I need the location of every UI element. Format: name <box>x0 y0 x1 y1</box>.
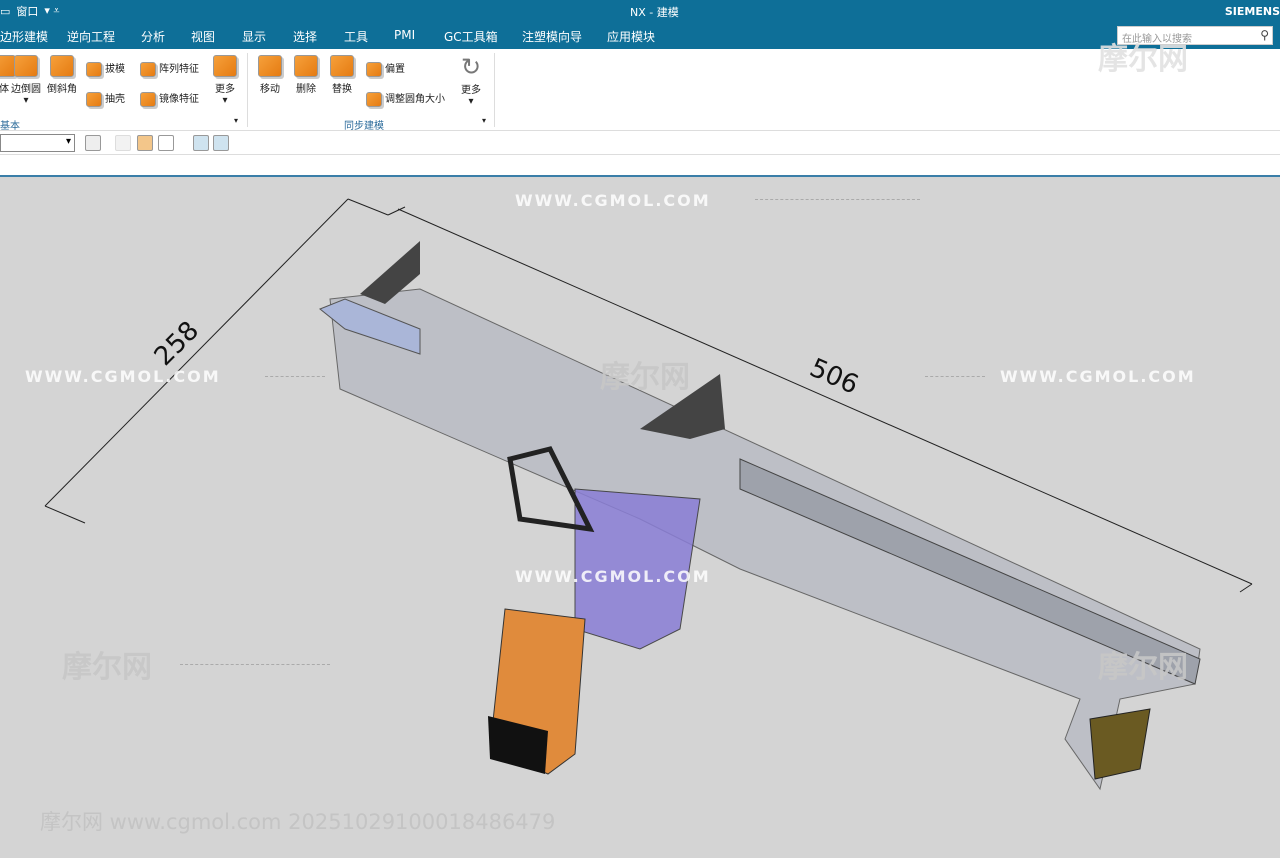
watermark-url: WWW.CGMOL.COM <box>25 367 221 386</box>
move-button[interactable]: 移动 <box>258 55 282 95</box>
tab-10[interactable]: 应用模块 <box>607 28 655 45</box>
more-icon <box>213 55 237 77</box>
tab-8[interactable]: GC工具箱 <box>444 28 498 45</box>
edge-blend-icon <box>14 55 38 77</box>
resize-blend-button[interactable]: 调整圆角大小 <box>366 90 445 107</box>
more-basic-button[interactable]: 更多 ▾ <box>213 55 237 106</box>
label: 移动 <box>260 84 280 95</box>
group-expand-icon[interactable]: ▾ <box>234 116 238 125</box>
tab-4[interactable]: 显示 <box>242 28 266 45</box>
gun-body <box>329 288 1201 791</box>
watermark-logo: 摩尔网 <box>600 360 690 395</box>
filter-icon[interactable] <box>85 135 101 151</box>
watermark-logo: 摩尔网 <box>62 650 152 685</box>
pattern-feature-button[interactable]: 阵列特征 <box>140 60 199 77</box>
tab-2[interactable]: 分析 <box>141 28 165 45</box>
brand-logo: SIEMENS <box>1224 5 1280 18</box>
label: 体 <box>0 84 9 95</box>
draft-icon <box>86 61 102 77</box>
dimension-label-506: 506 <box>805 353 863 401</box>
graphics-viewport[interactable]: 258 506 <box>0 179 1280 858</box>
divider <box>180 664 330 665</box>
watermark-url: WWW.CGMOL.COM <box>515 567 711 586</box>
chamfer-icon <box>50 55 74 77</box>
divider <box>925 376 985 377</box>
selection-toolbar <box>0 131 1280 155</box>
replace-icon <box>330 55 354 77</box>
tab-9[interactable]: 注塑模向导 <box>522 28 582 45</box>
label: 删除 <box>296 84 316 95</box>
edge-blend-button[interactable]: 边倒圆 ▾ <box>11 55 41 106</box>
wireframe-view-icon[interactable] <box>213 135 229 151</box>
label: 更多 <box>215 84 235 95</box>
label: 调整圆角大小 <box>385 94 445 105</box>
label: 替换 <box>332 84 352 95</box>
label: 阵列特征 <box>159 64 199 75</box>
move-icon <box>258 55 282 77</box>
group-label-basic: 基本 <box>0 121 20 132</box>
window-title: NX - 建模 <box>630 6 679 19</box>
filter-dropdown[interactable] <box>0 134 75 152</box>
snap-icon[interactable] <box>115 135 131 151</box>
divider <box>247 53 248 127</box>
menu-tabs: 边形建模 逆向工程 分析 视图 显示 选择 工具 PMI GC工具箱 注塑模向导… <box>0 22 1280 49</box>
tab-3[interactable]: 视图 <box>191 28 215 45</box>
model-drawing: 258 506 <box>44 198 1253 791</box>
window-icon[interactable]: ▭ <box>0 5 10 18</box>
ribbon: 体 边倒圆 ▾ 倒斜角 拔模 抽壳 阵列特征 镜像特征 更多 ▾ 基本 ▾ 移动 删… <box>0 49 1280 132</box>
divider <box>494 53 495 127</box>
watermark-logo: 摩尔网 <box>1098 650 1188 685</box>
delete-button[interactable]: 删除 <box>294 55 318 95</box>
draft-button[interactable]: 拔模 <box>86 60 125 77</box>
delete-icon <box>294 55 318 77</box>
refresh-icon: ↻ <box>461 53 482 81</box>
tab-7[interactable]: PMI <box>394 28 415 42</box>
mirror-feature-button[interactable]: 镜像特征 <box>140 90 199 107</box>
tab-6[interactable]: 工具 <box>344 28 368 45</box>
watermark-url: WWW.CGMOL.COM <box>515 191 711 210</box>
label: 倒斜角 <box>47 84 77 95</box>
toolbar-strip <box>0 155 1280 177</box>
offset-icon <box>366 61 382 77</box>
select-body-icon[interactable] <box>137 135 153 151</box>
window-menu[interactable]: 窗口 <box>16 3 38 19</box>
search-icon[interactable]: ⚲ <box>1260 28 1269 42</box>
divider <box>265 376 325 377</box>
watermark-logo: 摩尔网 <box>1098 42 1188 77</box>
group-label-sync: 同步建模 <box>344 121 384 132</box>
group-expand-icon[interactable]: ▾ <box>482 116 486 125</box>
label: 拔模 <box>105 64 125 75</box>
dimension-line-height <box>44 198 349 507</box>
dimension-label-258: 258 <box>149 316 205 372</box>
pattern-icon <box>140 61 156 77</box>
shell-icon <box>86 91 102 107</box>
watermark-url: WWW.CGMOL.COM <box>1000 367 1196 386</box>
point-icon[interactable] <box>158 135 174 151</box>
shell-button[interactable]: 抽壳 <box>86 90 125 107</box>
label: 抽壳 <box>105 94 125 105</box>
footer-watermark: 摩尔网 www.cgmol.com 20251029100018486479 <box>40 810 556 834</box>
more-sync-button[interactable]: ↻ 更多 ▾ <box>461 53 481 107</box>
offset-button[interactable]: 偏置 <box>366 60 405 77</box>
title-bar: ▭ 窗口 ▾ ⩡ NX - 建模 SIEMENS <box>0 0 1280 22</box>
mirror-icon <box>140 91 156 107</box>
butt-plate <box>1089 708 1151 780</box>
label: 镜像特征 <box>159 94 199 105</box>
tab-1[interactable]: 逆向工程 <box>67 28 115 45</box>
tab-0[interactable]: 边形建模 <box>0 28 48 45</box>
tab-5[interactable]: 选择 <box>293 28 317 45</box>
label: 边倒圆 <box>11 84 41 95</box>
replace-button[interactable]: 替换 <box>330 55 354 95</box>
resize-blend-icon <box>366 91 382 107</box>
divider <box>755 199 920 200</box>
dropdown-icon[interactable]: ▾ ⩡ <box>44 4 59 18</box>
chamfer-button[interactable]: 倒斜角 <box>47 55 77 95</box>
label: 更多 <box>461 85 482 96</box>
label: 偏置 <box>385 64 405 75</box>
shaded-view-icon[interactable] <box>193 135 209 151</box>
